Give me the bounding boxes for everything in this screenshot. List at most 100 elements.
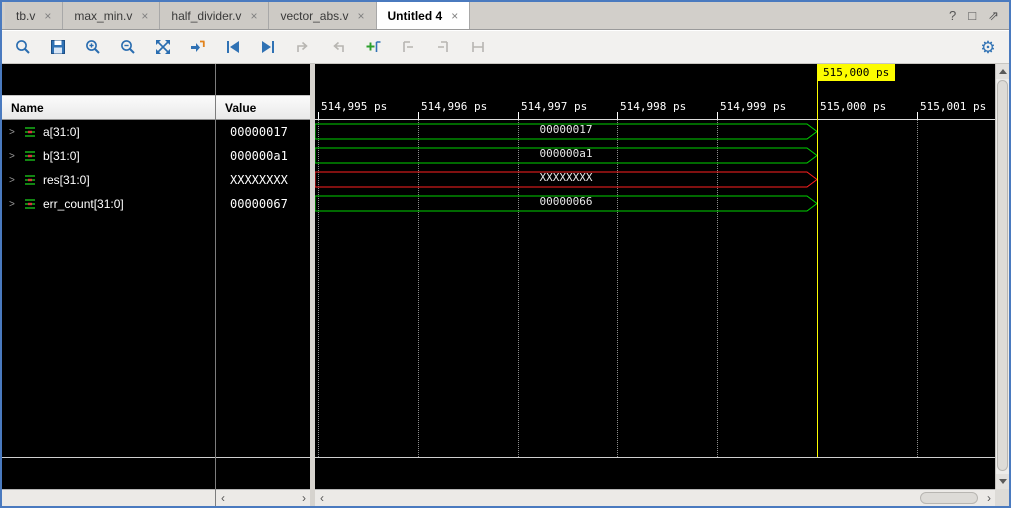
- signal-value: 00000067: [216, 192, 310, 216]
- ruler-tick-mark: [917, 112, 918, 119]
- next-marker-button-disabled[interactable]: [432, 36, 454, 58]
- tab-vector-abs-v[interactable]: vector_abs.v ×: [269, 2, 376, 29]
- wave-hscrollbar[interactable]: ‹ ›: [315, 489, 995, 506]
- bus-value-label: 000000a1: [315, 147, 817, 160]
- waveform-panel[interactable]: 514,995 ps 514,996 ps 514,997 ps 514,998…: [315, 64, 995, 506]
- tab-bar: tb.v × max_min.v × half_divider.v × vect…: [2, 2, 1009, 30]
- float-icon[interactable]: ⇗: [988, 8, 999, 24]
- move-cursor-button-disabled[interactable]: [327, 36, 349, 58]
- zoom-out-button[interactable]: [117, 36, 139, 58]
- name-header-label: Name: [11, 101, 44, 115]
- panel-divider-line: [315, 457, 995, 458]
- ruler-tick-mark: [717, 112, 718, 119]
- scroll-right-icon[interactable]: ›: [302, 490, 306, 506]
- signal-value: 00000017: [216, 120, 310, 144]
- maximize-icon[interactable]: □: [968, 8, 976, 23]
- panel-divider-line: [2, 457, 215, 458]
- close-icon[interactable]: ×: [141, 9, 148, 23]
- ruler-tick-label: 515,000 ps: [820, 100, 886, 113]
- zoom-in-icon: [84, 38, 102, 56]
- previous-marker-button-disabled[interactable]: [397, 36, 419, 58]
- zoom-in-button[interactable]: [82, 36, 104, 58]
- scroll-down-icon: [999, 479, 1007, 484]
- close-icon[interactable]: ×: [44, 9, 51, 23]
- swap-cursor-button-disabled[interactable]: [292, 36, 314, 58]
- ruler-tick-label: 514,997 ps: [521, 100, 587, 113]
- signal-row-res[interactable]: > res[31:0]: [2, 168, 215, 192]
- scroll-up-button[interactable]: [996, 64, 1009, 79]
- ruler-tick-label: 514,996 ps: [421, 100, 487, 113]
- waveform-viewer-window: tb.v × max_min.v × half_divider.v × vect…: [0, 0, 1011, 508]
- signal-name: a[31:0]: [43, 125, 80, 139]
- expand-chevron-icon[interactable]: >: [9, 127, 18, 138]
- next-transition-icon: [259, 38, 277, 56]
- signal-names-panel: Name > a[31:0] > b[31:0: [2, 64, 215, 506]
- expand-chevron-icon[interactable]: >: [9, 151, 18, 162]
- scroll-down-button[interactable]: [996, 474, 1009, 489]
- tab-label: half_divider.v: [171, 9, 241, 23]
- zoom-fit-icon: [154, 38, 172, 56]
- signal-row-a[interactable]: > a[31:0]: [2, 120, 215, 144]
- signal-name: res[31:0]: [43, 173, 90, 187]
- value-header-label: Value: [225, 101, 256, 115]
- signal-value-rows: 00000017 000000a1 XXXXXXXX 00000067: [216, 120, 310, 216]
- wave-window-body: Name > a[31:0] > b[31:0: [2, 64, 1009, 506]
- wave-toolbar: ⚙: [2, 30, 1009, 64]
- expand-chevron-icon[interactable]: >: [9, 175, 18, 186]
- settings-button[interactable]: ⚙: [977, 36, 999, 58]
- wave-bus-b[interactable]: 000000a1: [315, 147, 817, 164]
- scrollbar-corner: [995, 489, 1009, 506]
- scroll-left-icon[interactable]: ‹: [320, 490, 324, 506]
- add-marker-button[interactable]: [362, 36, 384, 58]
- move-cursor-icon: [329, 38, 347, 56]
- close-icon[interactable]: ×: [451, 9, 458, 23]
- signal-row-b[interactable]: > b[31:0]: [2, 144, 215, 168]
- close-icon[interactable]: ×: [358, 9, 365, 23]
- next-transition-button[interactable]: [257, 36, 279, 58]
- previous-transition-button[interactable]: [222, 36, 244, 58]
- gear-icon: ⚙: [980, 39, 995, 56]
- tab-max-min-v[interactable]: max_min.v ×: [63, 2, 160, 29]
- window-controls: ? □ ⇗: [949, 2, 1009, 29]
- help-icon[interactable]: ?: [949, 8, 956, 23]
- wave-bus-err-count[interactable]: 00000066: [315, 195, 817, 212]
- go-to-time-button[interactable]: [187, 36, 209, 58]
- vscrollbar-thumb[interactable]: [997, 80, 1008, 471]
- scroll-up-icon: [999, 69, 1007, 74]
- ruler-tick-label: 515,001 ps: [920, 100, 986, 113]
- expand-chevron-icon[interactable]: >: [9, 199, 18, 210]
- wave-vscrollbar[interactable]: [995, 64, 1009, 489]
- snap-to-transition-button-disabled[interactable]: [467, 36, 489, 58]
- time-ruler[interactable]: 514,995 ps 514,996 ps 514,997 ps 514,998…: [315, 95, 995, 120]
- tab-tb-v[interactable]: tb.v ×: [5, 2, 63, 29]
- bus-value-label: 00000066: [315, 195, 817, 208]
- find-button[interactable]: [12, 36, 34, 58]
- signal-name: b[31:0]: [43, 149, 80, 163]
- time-cursor-label[interactable]: 515,000 ps: [817, 64, 895, 81]
- next-marker-icon: [434, 38, 452, 56]
- names-hscrollbar[interactable]: [2, 489, 215, 506]
- previous-marker-icon: [399, 38, 417, 56]
- tab-label: Untitled 4: [388, 9, 443, 23]
- snap-to-transition-icon: [469, 38, 487, 56]
- signal-row-err-count[interactable]: > err_count[31:0]: [2, 192, 215, 216]
- values-hscrollbar[interactable]: ‹ ›: [216, 489, 310, 506]
- scroll-right-icon[interactable]: ›: [987, 490, 991, 506]
- hscrollbar-thumb[interactable]: [920, 492, 978, 504]
- ruler-tick-label: 514,999 ps: [720, 100, 786, 113]
- save-icon: [49, 38, 67, 56]
- wave-bus-res[interactable]: XXXXXXXX: [315, 171, 817, 188]
- bus-value-label: 00000017: [315, 123, 817, 136]
- zoom-fit-button[interactable]: [152, 36, 174, 58]
- tab-untitled-4[interactable]: Untitled 4 ×: [377, 2, 471, 29]
- save-button[interactable]: [47, 36, 69, 58]
- wave-bus-a[interactable]: 00000017: [315, 123, 817, 140]
- ruler-tick-mark: [418, 112, 419, 119]
- scroll-left-icon[interactable]: ‹: [221, 490, 225, 506]
- ruler-tick-label: 514,998 ps: [620, 100, 686, 113]
- add-marker-icon: [364, 38, 382, 56]
- bus-value-label: XXXXXXXX: [315, 171, 817, 184]
- close-icon[interactable]: ×: [250, 9, 257, 23]
- tab-half-divider-v[interactable]: half_divider.v ×: [160, 2, 269, 29]
- time-cursor-line[interactable]: [817, 81, 818, 457]
